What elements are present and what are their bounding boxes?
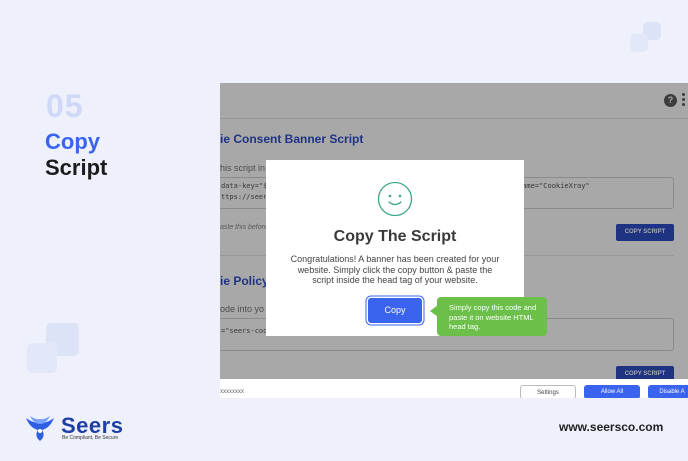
step-title-line1: Copy [45, 129, 100, 154]
consent-bar: xxxxxxxx Settings Allow All Disable A [220, 379, 688, 398]
disable-all-button[interactable]: Disable A [648, 385, 688, 398]
instruction-tooltip: Simply copy this code and paste it on we… [430, 297, 547, 336]
decor-square [27, 343, 57, 373]
consent-bar-text: xxxxxxxx [220, 389, 244, 395]
smile-icon [377, 181, 413, 217]
modal-message: Congratulations! A banner has been creat… [290, 254, 500, 285]
website-url[interactable]: www.seersco.com [559, 420, 663, 434]
seers-logo-icon [26, 416, 54, 441]
step-number: 05 [46, 88, 84, 124]
copy-button[interactable]: Copy [368, 298, 422, 323]
settings-button[interactable]: Settings [520, 385, 576, 398]
allow-all-button[interactable]: Allow All [584, 385, 640, 398]
tooltip-text: Simply copy this code and paste it on we… [449, 303, 537, 331]
modal-title: Copy The Script [333, 228, 457, 245]
logo-tagline: Be Compliant, Be Secure [62, 435, 119, 441]
step-title-line2: Script [45, 155, 108, 180]
decor-square [630, 34, 648, 52]
